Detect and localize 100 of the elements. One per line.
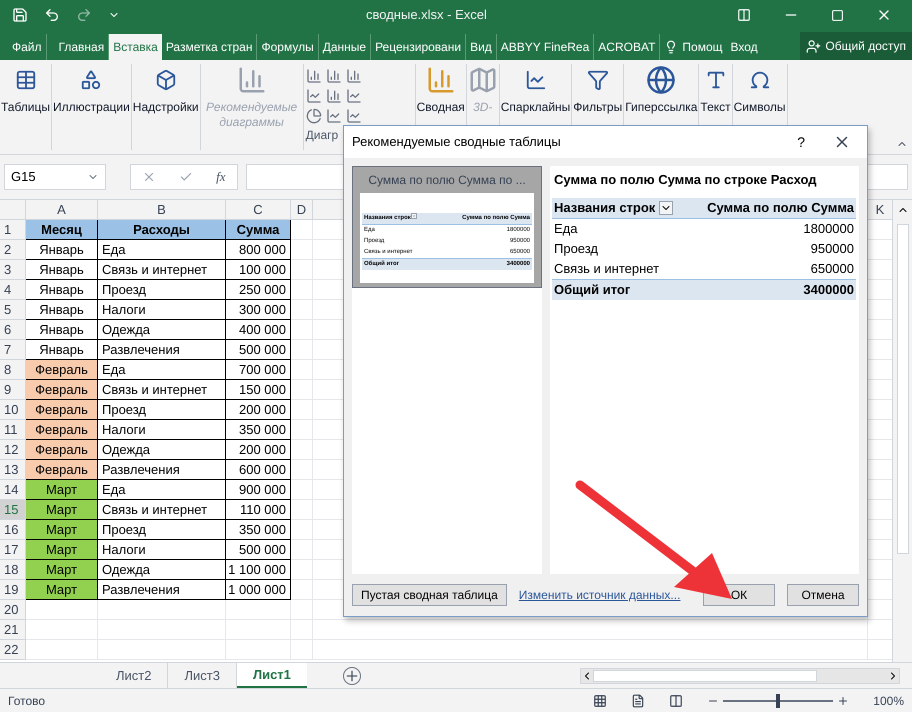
page-layout-icon[interactable] [631,694,646,708]
row-header[interactable]: 9 [0,380,26,400]
table-cell: Проезд [98,280,226,300]
ribbon-button[interactable]: Надстройки [132,64,201,150]
row-header[interactable]: 22 [0,640,26,660]
table-cell: Проезд [98,400,226,420]
page-break-icon[interactable] [669,694,684,708]
table-cell: Налоги [98,300,226,320]
horizontal-scrollbar[interactable] [580,668,900,684]
help-tab[interactable]: Помощ [660,34,727,60]
row-header[interactable]: 11 [0,420,26,440]
column-header[interactable]: B [98,200,226,219]
table-cell: Налоги [98,420,226,440]
bar-chart-icon [426,65,456,95]
row-header[interactable]: 6 [0,320,26,340]
sheet-tab[interactable]: Лист1 [236,663,307,688]
row-header[interactable]: 20 [0,600,26,620]
cancel-button[interactable]: Отмена [787,584,859,606]
row-header[interactable]: 16 [0,520,26,540]
row-header[interactable]: 14 [0,480,26,500]
column-header[interactable]: D [291,200,313,219]
row-header[interactable]: 13 [0,460,26,480]
table-cell: Развлечения [98,580,226,600]
row-header[interactable]: 21 [0,620,26,640]
column-header[interactable]: A [26,200,98,219]
undo-icon[interactable] [44,7,60,23]
table-cell: Март [26,480,98,500]
table-cell: 1 000 000 [226,580,291,600]
help-button[interactable]: ? [797,132,805,152]
row-header[interactable]: 1 [0,220,26,240]
save-icon[interactable] [12,7,28,23]
table-cell: 150 000 [226,380,291,400]
blank-pivot-button[interactable]: Пустая сводная таблица [352,584,507,606]
row-header[interactable]: 15 [0,500,26,520]
vertical-scrollbar[interactable] [892,200,912,662]
add-sheet-icon[interactable] [342,666,361,684]
person-icon [806,38,822,54]
row-header[interactable]: 12 [0,440,26,460]
table-header: Сумма по полю Сумма [707,198,854,217]
table-cell: Связь и интернет [98,380,226,400]
share-button[interactable]: Общий доступ [800,32,912,60]
row-header[interactable]: 3 [0,260,26,280]
table-cell: 200 000 [226,400,291,420]
table-cell-text: 3400000 [803,280,854,298]
table-cell: Январь [26,280,98,300]
table-cell-text: 650000 [810,260,854,278]
shapes-icon [80,69,102,91]
ribbon-button[interactable]: Таблицы [0,64,52,150]
sign-in-link[interactable]: Вход [726,34,762,60]
row-header[interactable]: 7 [0,340,26,360]
scrollbar-thumb[interactable] [593,670,817,682]
name-box[interactable]: G15 [4,164,106,190]
row-header[interactable]: 10 [0,400,26,420]
table-cell-text: Связь и интернет [554,260,660,278]
chart-types-icon[interactable] [306,68,362,124]
normal-view-icon[interactable] [593,694,608,708]
status-text: Готово [8,692,46,710]
row-header[interactable]: 2 [0,240,26,260]
omega-icon [748,69,771,91]
table-cell: Связь и интернет [98,500,226,520]
table-cell-text: 950000 [810,240,854,258]
table-cell: 1 100 000 [226,560,291,580]
table-cell: Проезд [98,520,226,540]
table-cell: Февраль [26,420,98,440]
zoom-slider[interactable] [723,694,834,708]
table-cell: 700 000 [226,360,291,380]
table-cell-text: Общий итог [554,280,630,299]
ribbon-display-icon[interactable] [737,8,751,22]
table-cell: Расходы [98,220,226,240]
zoom-in-icon[interactable] [837,694,850,706]
table-cell: Февраль [26,400,98,420]
table-cell: 500 000 [226,540,291,560]
row-header[interactable]: 17 [0,540,26,560]
ribbon-tab[interactable]: Вставка [109,34,162,60]
row-header[interactable]: 19 [0,580,26,600]
row-header[interactable]: 4 [0,280,26,300]
window-title: сводные.xlsx - Excel [366,6,487,24]
bar-chart-icon [236,65,267,95]
column-header[interactable]: C [226,200,291,219]
table-cell: Одежда [98,440,226,460]
table-cell: 100 000 [226,260,291,280]
table-cell: Месяц [26,220,98,240]
row-header[interactable]: 5 [0,300,26,320]
table-cell: Связь и интернет [98,260,226,280]
cube-icon [154,69,177,91]
table-cell: Январь [26,300,98,320]
filter-dropdown-icon[interactable] [659,200,674,214]
change-source-link[interactable]: Изменить источник данных... [518,586,680,604]
globe-icon [646,65,676,95]
pivot-title: Сумма по полю Сумма по строке Расход [553,171,818,189]
row-header[interactable]: 18 [0,560,26,580]
column-header[interactable]: K [868,200,892,219]
table-cell: Еда [98,240,226,260]
table-cell: Март [26,580,98,600]
table-cell: Февраль [26,460,98,480]
maximize-icon[interactable] [831,8,844,22]
scrollbar-thumb[interactable] [896,224,908,554]
ribbon-button[interactable]: Иллюстрации [52,64,132,150]
row-header[interactable]: 8 [0,360,26,380]
insert-function-button[interactable]: fx [216,167,226,187]
